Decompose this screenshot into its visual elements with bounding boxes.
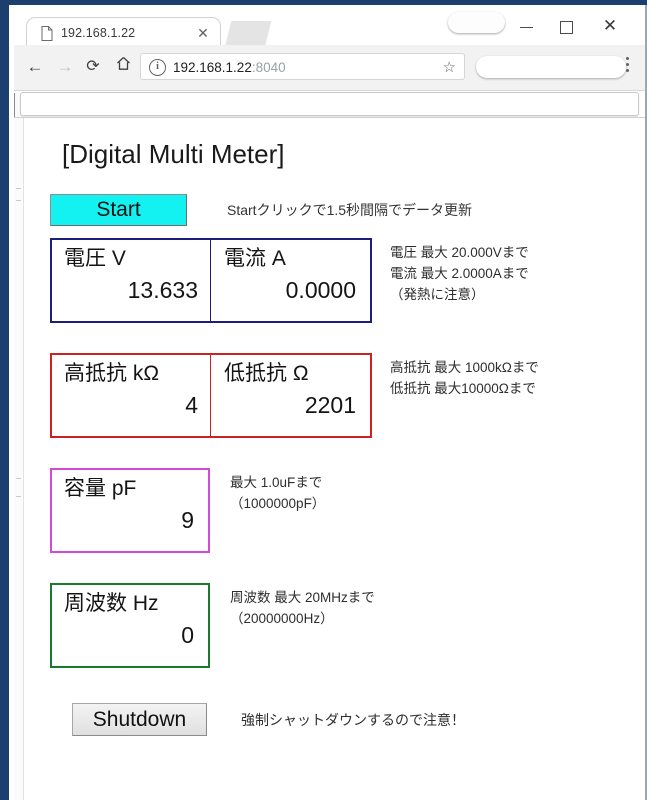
reload-icon[interactable]: ⟳ <box>80 54 106 80</box>
capacitance-cell: 容量 pF 9 <box>52 470 208 551</box>
page-scrollbar[interactable] <box>14 118 24 800</box>
minimize-icon <box>519 26 533 28</box>
frequency-cell: 周波数 Hz 0 <box>52 585 208 666</box>
note-line: 電流 最大 2.0000Aまで <box>390 266 529 281</box>
home-icon[interactable] <box>110 54 136 80</box>
kebab-dot <box>625 63 629 66</box>
resistance-note: 高抵抗 最大 1000kΩまで 低抵抗 最大10000Ωまで <box>390 357 539 399</box>
url-host: 192.168.1.22 <box>173 60 252 75</box>
page-title: [Digital Multi Meter] <box>62 139 285 169</box>
capacitance-label: 容量 pF <box>64 477 137 500</box>
note-line: 周波数 最大 20MHzまで <box>230 590 375 605</box>
voltage-label: 電圧 V <box>64 247 126 270</box>
window-left-frame <box>0 0 14 800</box>
note-line: 高抵抗 最大 1000kΩまで <box>390 360 539 375</box>
note-line: （1000000pF） <box>230 496 326 511</box>
frequency-value: 0 <box>181 622 194 648</box>
browser-window: 192.168.1.22 ✕ ✕ ← → ⟳ i 192.168.1.22:80… <box>0 0 647 800</box>
shutdown-note: 強制シャットダウンするので注意！ <box>241 712 465 728</box>
voltage-current-box: 電圧 V 13.633 電流 A 0.0000 <box>50 238 372 323</box>
voltage-value: 13.633 <box>127 277 198 303</box>
note-line: （発熱に注意） <box>390 287 485 302</box>
frequency-box: 周波数 Hz 0 <box>50 583 210 668</box>
minimize-button[interactable] <box>509 13 543 39</box>
tab-strip: 192.168.1.22 ✕ ✕ <box>14 5 645 52</box>
extensions-redaction <box>476 56 626 78</box>
start-button[interactable]: Start <box>50 194 187 226</box>
capacitance-note: 最大 1.0uFまで （1000000pF） <box>230 472 325 514</box>
address-bar[interactable]: i 192.168.1.22:8040 ☆ <box>140 53 465 80</box>
new-tab-ghost[interactable] <box>224 21 272 48</box>
capacitance-box: 容量 pF 9 <box>50 468 210 553</box>
high-resistance-label: 高抵抗 kΩ <box>64 362 160 385</box>
address-bar-url: 192.168.1.22:8040 <box>173 58 286 77</box>
frequency-note: 周波数 最大 20MHzまで （20000000Hz） <box>230 587 375 629</box>
shutdown-button[interactable]: Shutdown <box>72 703 207 736</box>
scroll-tick <box>16 478 21 479</box>
start-note: Startクリックで1.5秒間隔でデータ更新 <box>227 202 473 218</box>
tab-title: 192.168.1.22 <box>61 26 136 40</box>
bookmarks-bar-redaction <box>20 92 639 116</box>
window-close-button[interactable]: ✕ <box>593 13 627 39</box>
resistance-box: 高抵抗 kΩ 4 低抵抗 Ω 2201 <box>50 353 372 438</box>
high-resistance-value: 4 <box>185 392 198 418</box>
close-icon[interactable]: ✕ <box>196 26 210 40</box>
maximize-button[interactable] <box>549 13 583 39</box>
kebab-dot <box>625 69 629 72</box>
browser-toolbar: ← → ⟳ i 192.168.1.22:8040 ☆ <box>14 45 645 91</box>
browser-menu-button[interactable] <box>619 57 635 79</box>
scroll-tick <box>16 200 21 201</box>
maximize-icon <box>559 20 573 34</box>
dmm-page: [Digital Multi Meter] Start Startクリックで1.… <box>24 118 645 800</box>
site-info-icon[interactable]: i <box>149 59 166 76</box>
frequency-label: 周波数 Hz <box>64 592 159 615</box>
low-resistance-value: 2201 <box>304 392 356 418</box>
profile-redaction <box>448 12 505 33</box>
high-resistance-cell: 高抵抗 kΩ 4 <box>52 355 212 436</box>
note-line: 低抵抗 最大10000Ωまで <box>390 381 536 396</box>
scroll-tick <box>16 188 21 189</box>
current-label: 電流 A <box>224 247 286 270</box>
page-viewport: [Digital Multi Meter] Start Startクリックで1.… <box>14 118 645 800</box>
url-port: :8040 <box>251 60 286 75</box>
scroll-tick <box>16 496 21 497</box>
capacitance-value: 9 <box>181 507 194 533</box>
note-line: （20000000Hz） <box>230 611 334 626</box>
voltage-current-note: 電圧 最大 20.000Vまで 電流 最大 2.0000Aまで （発熱に注意） <box>390 242 529 305</box>
current-value: 0.0000 <box>285 277 356 303</box>
back-icon[interactable]: ← <box>22 54 48 80</box>
low-resistance-cell: 低抵抗 Ω 2201 <box>212 355 370 436</box>
current-cell: 電流 A 0.0000 <box>212 240 370 321</box>
low-resistance-label: 低抵抗 Ω <box>224 362 309 385</box>
kebab-dot <box>625 57 629 60</box>
page-icon <box>41 26 53 41</box>
forward-icon[interactable]: → <box>52 54 78 80</box>
voltage-cell: 電圧 V 13.633 <box>52 240 212 321</box>
bookmark-star-icon[interactable]: ☆ <box>443 58 456 77</box>
note-line: 最大 1.0uFまで <box>230 475 323 490</box>
note-line: 電圧 最大 20.000Vまで <box>390 245 529 260</box>
